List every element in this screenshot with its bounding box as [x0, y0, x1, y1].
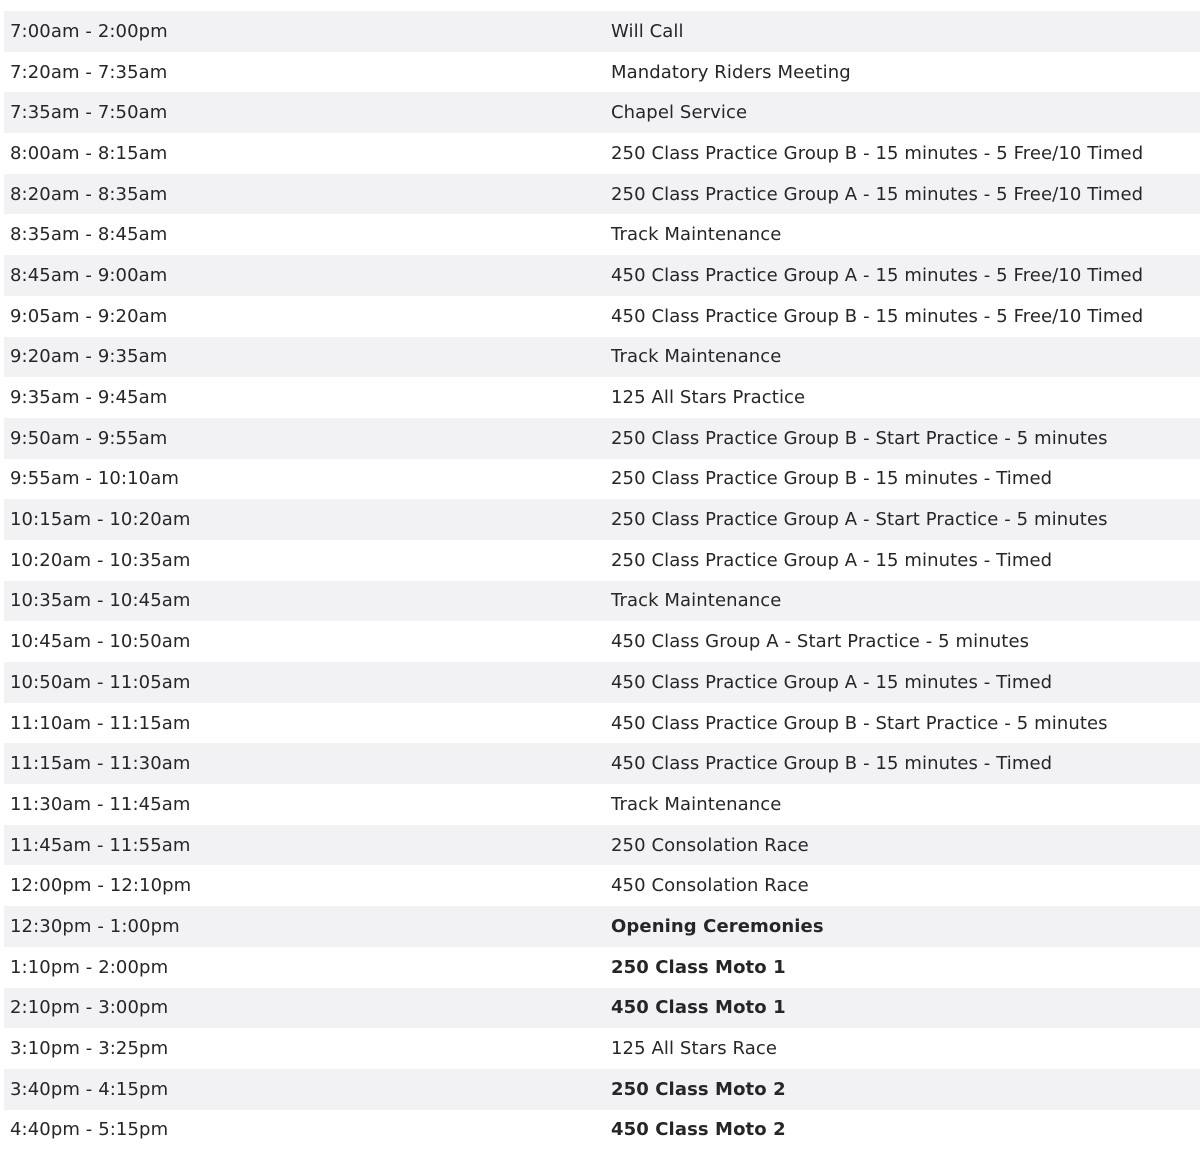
- schedule-row: 8:45am - 9:00am 450 Class Practice Group…: [4, 255, 1200, 296]
- schedule-row: 9:05am - 9:20am 450 Class Practice Group…: [4, 296, 1200, 337]
- schedule-row: 11:10am - 11:15am 450 Class Practice Gro…: [4, 703, 1200, 744]
- schedule-time: 8:45am - 9:00am: [10, 264, 168, 286]
- schedule-row: 3:10pm - 3:25pm 125 All Stars Race: [4, 1028, 1200, 1069]
- schedule-row: 10:15am - 10:20am 250 Class Practice Gro…: [4, 499, 1200, 540]
- schedule-event: 450 Consolation Race: [611, 875, 809, 897]
- schedule-row: 11:45am - 11:55am 250 Consolation Race: [4, 824, 1200, 866]
- schedule-time: 10:15am - 10:20am: [10, 509, 191, 531]
- schedule-time: 9:35am - 9:45am: [10, 387, 168, 409]
- schedule-time: 9:55am - 10:10am: [10, 468, 179, 490]
- schedule-row: 11:30am - 11:45am Track Maintenance: [4, 784, 1200, 825]
- schedule-time: 11:30am - 11:45am: [10, 793, 191, 815]
- schedule-event: Track Maintenance: [611, 346, 782, 368]
- schedule-time: 11:10am - 11:15am: [10, 712, 191, 734]
- schedule-row: 12:30pm - 1:00pm Opening Ceremonies: [4, 906, 1200, 947]
- schedule-event: Mandatory Riders Meeting: [611, 61, 851, 83]
- schedule-row: 8:20am - 8:35am 250 Class Practice Group…: [4, 173, 1200, 215]
- schedule-row: 9:55am - 10:10am 250 Class Practice Grou…: [4, 459, 1200, 500]
- schedule-event: 450 Class Group A - Start Practice - 5 m…: [611, 631, 1030, 653]
- schedule-time: 10:20am - 10:35am: [10, 549, 191, 571]
- schedule-time: 8:20am - 8:35am: [10, 183, 168, 205]
- schedule-event: 450 Class Practice Group B - 15 minutes …: [611, 305, 1144, 327]
- schedule-time: 8:00am - 8:15am: [10, 142, 168, 164]
- schedule-time: 10:35am - 10:45am: [10, 590, 191, 612]
- schedule-row: 8:00am - 8:15am 250 Class Practice Group…: [4, 133, 1200, 174]
- schedule-time: 7:35am - 7:50am: [10, 102, 168, 124]
- schedule-time: 9:05am - 9:20am: [10, 305, 168, 327]
- schedule-row: 4:40pm - 5:15pm 450 Class Moto 2: [4, 1110, 1200, 1151]
- schedule-row: 8:35am - 8:45am Track Maintenance: [4, 214, 1200, 255]
- schedule-row: 7:20am - 7:35am Mandatory Riders Meeting: [4, 52, 1200, 93]
- schedule-time: 1:10pm - 2:00pm: [10, 956, 169, 978]
- schedule-time: 7:00am - 2:00pm: [10, 20, 168, 42]
- schedule-event: 250 Class Practice Group B - Start Pract…: [611, 427, 1108, 449]
- schedule-time: 11:45am - 11:55am: [10, 834, 191, 856]
- schedule-time: 11:15am - 11:30am: [10, 753, 191, 775]
- schedule-event: Track Maintenance: [611, 224, 782, 246]
- schedule-time: 12:00pm - 12:10pm: [10, 875, 192, 897]
- schedule-event: 250 Class Practice Group A - Start Pract…: [611, 509, 1108, 531]
- schedule-row: 10:35am - 10:45am Track Maintenance: [4, 580, 1200, 622]
- schedule-event: 250 Class Practice Group A - 15 minutes …: [611, 183, 1144, 205]
- schedule-event: 450 Class Moto 1: [611, 997, 786, 1019]
- schedule-event: 125 All Stars Race: [611, 1038, 778, 1060]
- schedule-event: Opening Ceremonies: [611, 915, 824, 937]
- schedule-row: 1:10pm - 2:00pm 250 Class Moto 1: [4, 947, 1200, 988]
- schedule-row: 12:00pm - 12:10pm 450 Consolation Race: [4, 865, 1200, 906]
- schedule-event: 250 Class Practice Group B - 15 minutes …: [611, 468, 1053, 490]
- schedule-time: 8:35am - 8:45am: [10, 224, 168, 246]
- schedule-event: 450 Class Practice Group A - 15 minutes …: [611, 671, 1053, 693]
- schedule-event: 250 Class Moto 2: [611, 1078, 786, 1100]
- schedule-time: 10:45am - 10:50am: [10, 631, 191, 653]
- schedule-event: 450 Class Practice Group B - 15 minutes …: [611, 753, 1053, 775]
- schedule-row: 7:35am - 7:50am Chapel Service: [4, 92, 1200, 134]
- schedule-event: 250 Class Practice Group B - 15 minutes …: [611, 142, 1144, 164]
- schedule-event: Will Call: [611, 20, 684, 42]
- schedule-event: 125 All Stars Practice: [611, 387, 806, 409]
- schedule-time: 3:40pm - 4:15pm: [10, 1078, 169, 1100]
- schedule-event: Track Maintenance: [611, 793, 782, 815]
- schedule-row: 10:20am - 10:35am 250 Class Practice Gro…: [4, 540, 1200, 581]
- schedule-row: 10:50am - 11:05am 450 Class Practice Gro…: [4, 662, 1200, 703]
- schedule-time: 12:30pm - 1:00pm: [10, 915, 180, 937]
- schedule-time: 9:50am - 9:55am: [10, 427, 168, 449]
- schedule-time: 9:20am - 9:35am: [10, 346, 168, 368]
- schedule-time: 2:10pm - 3:00pm: [10, 997, 169, 1019]
- schedule-row: 9:35am - 9:45am 125 All Stars Practice: [4, 377, 1200, 418]
- schedule-event: 450 Class Moto 2: [611, 1119, 786, 1141]
- schedule-time: 3:10pm - 3:25pm: [10, 1038, 169, 1060]
- schedule-event: 250 Consolation Race: [611, 834, 809, 856]
- schedule-row: 10:45am - 10:50am 450 Class Group A - St…: [4, 621, 1200, 662]
- schedule-row: 9:20am - 9:35am Track Maintenance: [4, 336, 1200, 378]
- schedule-row: 7:00am - 2:00pm Will Call: [4, 11, 1200, 52]
- schedule-event: 450 Class Practice Group A - 15 minutes …: [611, 264, 1144, 286]
- schedule-row: 9:50am - 9:55am 250 Class Practice Group…: [4, 417, 1200, 459]
- schedule-row: 2:10pm - 3:00pm 450 Class Moto 1: [4, 987, 1200, 1029]
- schedule-time: 10:50am - 11:05am: [10, 671, 191, 693]
- schedule-event: Track Maintenance: [611, 590, 782, 612]
- schedule-row: 3:40pm - 4:15pm 250 Class Moto 2: [4, 1068, 1200, 1110]
- schedule-event: Chapel Service: [611, 102, 748, 124]
- schedule-time: 4:40pm - 5:15pm: [10, 1119, 169, 1141]
- schedule-event: 250 Class Practice Group A - 15 minutes …: [611, 549, 1053, 571]
- schedule-row: 11:15am - 11:30am 450 Class Practice Gro…: [4, 743, 1200, 785]
- schedule-event: 250 Class Moto 1: [611, 956, 786, 978]
- schedule-time: 7:20am - 7:35am: [10, 61, 168, 83]
- schedule-table: 7:00am - 2:00pm Will Call 7:20am - 7:35a…: [4, 11, 1200, 1150]
- schedule-event: 450 Class Practice Group B - Start Pract…: [611, 712, 1108, 734]
